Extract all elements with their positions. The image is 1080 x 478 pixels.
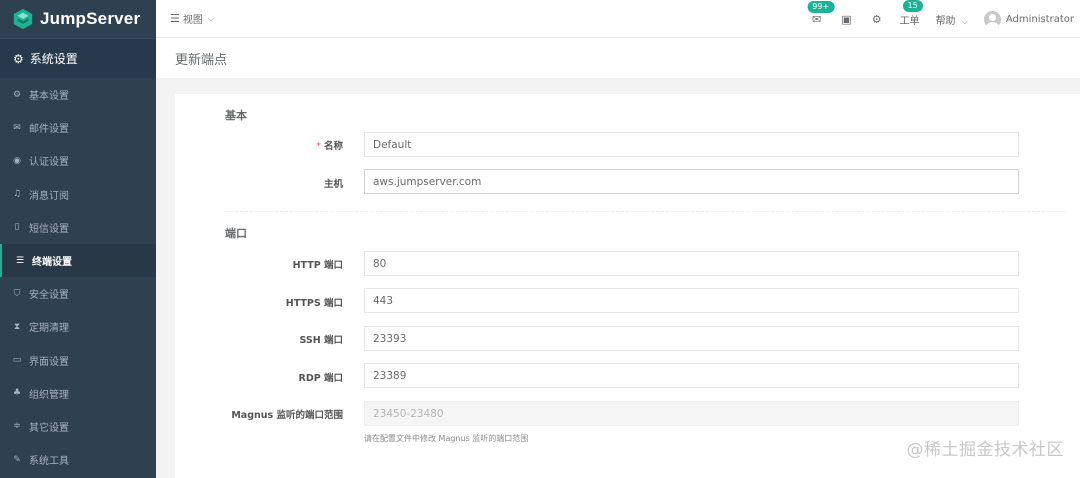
- sidebar-menu: ⚙ 基本设置 ✉ 邮件设置 ◉ 认证设置 ♫ 消息订阅 ▯ 短信设置 ☰ 终端设置 ⛉ 安全设…: [0, 78, 156, 476]
- hourglass-icon: ⧗: [13, 321, 21, 332]
- view-label: 视图: [182, 15, 203, 26]
- required-marker: *: [316, 141, 321, 152]
- sidebar-item-email[interactable]: ✉ 邮件设置: [0, 111, 156, 144]
- bars-icon: ☰: [170, 12, 180, 25]
- magnus-help-text: 请在配置文件中修改 Magnus 监听的端口范围: [364, 434, 529, 443]
- sidebar-item-label: 认证设置: [29, 157, 69, 169]
- sidebar: JumpServer ⚙ 系统设置 ⚙ 基本设置 ✉ 邮件设置 ◉ 认证设置 ♫ 消息订…: [0, 0, 156, 478]
- app-name: JumpServer: [40, 9, 141, 28]
- sidebar-item-label: 其它设置: [29, 422, 69, 434]
- page-title-bar: 更新端点: [156, 38, 1080, 78]
- help-dropdown[interactable]: 帮助 ⌵: [936, 12, 968, 27]
- avatar[interactable]: [983, 10, 1001, 28]
- ticket-label: 工单: [899, 15, 920, 27]
- ssh-port-field[interactable]: 23393: [364, 326, 1019, 351]
- sidebar-item-security[interactable]: ⛉ 安全设置: [0, 277, 156, 310]
- sidebar-item-basic[interactable]: ⚙ 基本设置: [0, 78, 156, 111]
- shield-icon: ⛉: [13, 288, 21, 299]
- https-port-value: 443: [373, 294, 394, 307]
- host-label: 主机: [323, 179, 343, 190]
- magnus-port-range-label: Magnus 监听的端口范围: [231, 410, 343, 421]
- sidebar-item-sms[interactable]: ▯ 短信设置: [0, 211, 156, 244]
- sidebar-item-terminal[interactable]: ☰ 终端设置: [0, 243, 156, 278]
- page-title: 更新端点: [175, 52, 228, 68]
- ssh-port-label: SSH 端口: [299, 335, 343, 346]
- sidebar-item-org[interactable]: ♣ 组织管理: [0, 377, 156, 410]
- ticket-badge: 15: [902, 0, 923, 12]
- section-basic-title: 基本: [225, 109, 247, 122]
- magnus-port-range-field: 23450-23480: [364, 401, 1019, 426]
- sidebar-item-interface[interactable]: ▭ 界面设置: [0, 344, 156, 377]
- gear-icon: ⚙: [13, 51, 24, 66]
- ticket-button[interactable]: 工单 15: [899, 0, 923, 27]
- top-header: ☰ 视图 ⌵ ✉ 99+ ▣ ⚙ 工单 15 帮助 ⌵ Administrato…: [156, 0, 1080, 38]
- sidebar-item-message[interactable]: ♫ 消息订阅: [0, 178, 156, 211]
- ssh-port-value: 23393: [373, 332, 407, 345]
- magnus-port-range-value: 23450-23480: [373, 407, 444, 420]
- laptop-icon: ▭: [12, 355, 22, 366]
- rdp-port-label: RDP 端口: [298, 373, 343, 384]
- sidebar-item-label: 界面设置: [29, 356, 69, 368]
- mail-button[interactable]: ✉ 99+: [807, 0, 835, 26]
- section-port-title: 端口: [225, 227, 247, 240]
- sidebar-item-cleaning[interactable]: ⧗ 定期清理: [0, 310, 156, 343]
- logo[interactable]: JumpServer: [0, 0, 156, 38]
- bars-icon: ☰: [15, 255, 25, 266]
- https-port-label: HTTPS 端口: [285, 298, 343, 309]
- sitemap-icon: ♣: [12, 388, 22, 399]
- sidebar-item-tools[interactable]: ✎ 系统工具: [0, 443, 156, 476]
- view-dropdown[interactable]: ☰ 视图 ⌵: [170, 11, 214, 26]
- jumpserver-logo-icon: [13, 8, 33, 30]
- form-card: 基本 * 名称 Default 主机 aws.jumpserver.com 端口 …: [175, 94, 1080, 478]
- name-field[interactable]: Default: [364, 132, 1019, 157]
- sidebar-item-label: 邮件设置: [29, 124, 69, 136]
- user-name[interactable]: Administrator: [1006, 14, 1074, 25]
- sliders-icon: ≑: [13, 421, 21, 432]
- http-port-value: 80: [373, 257, 387, 270]
- rdp-port-field[interactable]: 23389: [364, 363, 1019, 388]
- wrench-icon: ✎: [13, 454, 21, 465]
- sidebar-section-title: 系统设置: [29, 52, 78, 66]
- name-label: * 名称: [316, 138, 343, 152]
- web-terminal-button[interactable]: ▣: [841, 13, 851, 26]
- envelope-icon: ✉: [13, 122, 21, 133]
- name-label-text: 名称: [323, 141, 343, 152]
- sidebar-item-label: 消息订阅: [29, 190, 69, 202]
- rdp-port-value: 23389: [373, 369, 407, 382]
- section-divider: [225, 211, 1065, 212]
- sidebar-item-label: 终端设置: [32, 257, 72, 269]
- envelope-icon: ✉: [812, 12, 822, 26]
- settings-button[interactable]: ⚙: [872, 13, 882, 26]
- bell-icon: ♫: [12, 189, 22, 200]
- gear-icon: ⚙: [12, 89, 22, 100]
- http-port-field[interactable]: 80: [364, 251, 1019, 276]
- sidebar-item-label: 系统工具: [29, 456, 69, 468]
- sidebar-item-label: 定期清理: [29, 323, 69, 335]
- host-field[interactable]: aws.jumpserver.com: [364, 169, 1019, 194]
- sidebar-item-auth[interactable]: ◉ 认证设置: [0, 144, 156, 177]
- chevron-down-icon: ⌵: [961, 16, 968, 26]
- user-circle-icon: ◉: [13, 155, 21, 166]
- terminal-icon: ▣: [841, 12, 852, 26]
- gear-icon: ⚙: [871, 12, 882, 26]
- name-value: Default: [373, 138, 412, 151]
- mobile-icon: ▯: [14, 222, 20, 233]
- header-actions: ✉ 99+ ▣ ⚙ 工单 15 帮助 ⌵ Administrator: [802, 0, 1074, 38]
- mail-badge: 99+: [807, 0, 835, 13]
- help-label: 帮助: [935, 15, 956, 27]
- sidebar-item-other[interactable]: ≑ 其它设置: [0, 410, 156, 443]
- sidebar-item-label: 短信设置: [29, 223, 69, 235]
- sidebar-item-label: 组织管理: [29, 389, 69, 401]
- sidebar-item-label: 安全设置: [29, 290, 69, 302]
- host-value: aws.jumpserver.com: [373, 175, 482, 188]
- sidebar-section-header[interactable]: ⚙ 系统设置: [0, 38, 156, 78]
- https-port-field[interactable]: 443: [364, 288, 1019, 313]
- watermark: @稀土掘金技术社区: [906, 440, 1064, 460]
- chevron-down-icon: ⌵: [207, 13, 214, 23]
- sidebar-item-label: 基本设置: [29, 91, 69, 103]
- http-port-label: HTTP 端口: [292, 260, 343, 271]
